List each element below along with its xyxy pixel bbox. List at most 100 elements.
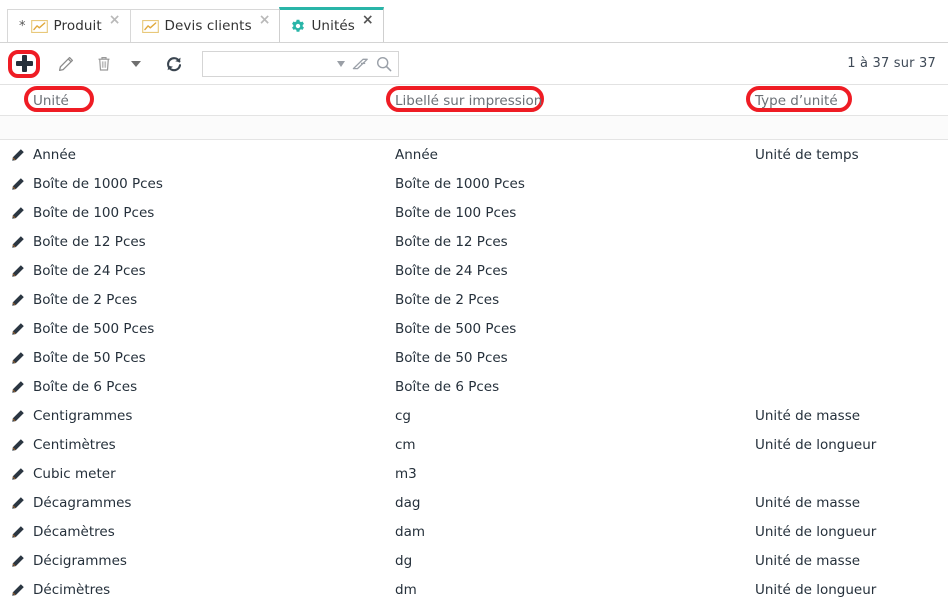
pencil-icon[interactable] xyxy=(11,293,25,307)
tab-bar: * Produit × Devis clients × Unités × xyxy=(0,0,948,43)
table-row[interactable]: Boîte de 2 Pces Boîte de 2 Pces xyxy=(0,285,948,314)
delete-options-dropdown[interactable] xyxy=(122,50,150,78)
cell-unite: Décamètres xyxy=(33,523,115,540)
row-edit-button[interactable] xyxy=(6,227,30,256)
cell-libelle: Boîte de 100 Pces xyxy=(395,204,517,221)
table-row[interactable]: Boîte de 1000 Pces Boîte de 1000 Pces xyxy=(0,169,948,198)
row-edit-button[interactable] xyxy=(6,314,30,343)
pencil-icon[interactable] xyxy=(11,264,25,278)
refresh-button[interactable] xyxy=(160,50,188,78)
row-edit-button[interactable] xyxy=(6,517,30,546)
table-row[interactable]: Cubic meter m3 xyxy=(0,459,948,488)
chart-line-icon xyxy=(141,19,159,33)
tab-produit[interactable]: * Produit × xyxy=(7,9,131,42)
table-row[interactable]: Année Année Unité de temps xyxy=(0,140,948,169)
pencil-icon[interactable] xyxy=(11,148,25,162)
cell-libelle: dam xyxy=(395,523,425,540)
column-header-unite[interactable]: Unité xyxy=(24,85,94,116)
cell-type: Unité de longueur xyxy=(755,581,877,598)
row-edit-button[interactable] xyxy=(6,256,30,285)
grid-header-row: Unité Libellé sur impression Type d’unité xyxy=(0,85,948,116)
cell-unite: Boîte de 6 Pces xyxy=(33,378,138,395)
pencil-icon[interactable] xyxy=(11,583,25,597)
table-row[interactable]: Décagrammes dag Unité de masse xyxy=(0,488,948,517)
caret-down-icon xyxy=(131,60,141,67)
cell-unite: Boîte de 12 Pces xyxy=(33,233,146,250)
pencil-icon[interactable] xyxy=(11,525,25,539)
search-input[interactable] xyxy=(202,50,399,77)
search-dropdown-caret-icon[interactable] xyxy=(337,60,345,67)
pencil-icon[interactable] xyxy=(11,554,25,568)
search-icon[interactable] xyxy=(376,56,392,72)
toolbar: 1 à 37 sur 37 xyxy=(0,43,948,85)
close-icon[interactable]: × xyxy=(259,13,271,27)
table-row[interactable]: Décigrammes dg Unité de masse xyxy=(0,546,948,575)
table-row[interactable]: Décamètres dam Unité de longueur xyxy=(0,517,948,546)
pencil-icon[interactable] xyxy=(11,322,25,336)
cell-unite: Boîte de 100 Pces xyxy=(33,204,155,221)
table-row[interactable]: Boîte de 6 Pces Boîte de 6 Pces xyxy=(0,372,948,401)
row-edit-button[interactable] xyxy=(6,459,30,488)
tab-label: Unités xyxy=(311,18,355,34)
row-edit-button[interactable] xyxy=(6,546,30,575)
pencil-icon[interactable] xyxy=(11,496,25,510)
row-edit-button[interactable] xyxy=(6,372,30,401)
pencil-icon[interactable] xyxy=(11,235,25,249)
cell-unite: Cubic meter xyxy=(33,465,116,482)
row-edit-button[interactable] xyxy=(6,140,30,169)
add-record-button[interactable] xyxy=(4,49,44,79)
column-header-type-unite[interactable]: Type d’unité xyxy=(746,85,852,116)
plus-icon xyxy=(15,55,33,72)
tab-devis-clients[interactable]: Devis clients × xyxy=(129,9,281,42)
cell-libelle: Boîte de 24 Pces xyxy=(395,262,508,279)
cell-libelle: dag xyxy=(395,494,421,511)
record-count-label: 1 à 37 sur 37 xyxy=(847,56,936,71)
column-header-label: Type d’unité xyxy=(755,92,838,109)
cell-unite: Décimètres xyxy=(33,581,111,598)
cell-unite: Boîte de 50 Pces xyxy=(33,349,146,366)
delete-record-button[interactable] xyxy=(90,50,118,78)
eraser-icon[interactable] xyxy=(352,57,369,71)
row-edit-button[interactable] xyxy=(6,430,30,459)
row-edit-button[interactable] xyxy=(6,198,30,227)
pencil-icon[interactable] xyxy=(11,467,25,481)
table-row[interactable]: Boîte de 500 Pces Boîte de 500 Pces xyxy=(0,314,948,343)
column-header-libelle-impression[interactable]: Libellé sur impression xyxy=(386,85,544,116)
table-row[interactable]: Boîte de 100 Pces Boîte de 100 Pces xyxy=(0,198,948,227)
edit-record-button[interactable] xyxy=(52,50,80,78)
pencil-icon[interactable] xyxy=(11,206,25,220)
cell-unite: Boîte de 500 Pces xyxy=(33,320,155,337)
table-row[interactable]: Centigrammes cg Unité de masse xyxy=(0,401,948,430)
table-row[interactable]: Centimètres cm Unité de longueur xyxy=(0,430,948,459)
row-edit-button[interactable] xyxy=(6,169,30,198)
close-icon[interactable]: × xyxy=(109,13,121,27)
pencil-icon[interactable] xyxy=(11,409,25,423)
pencil-icon xyxy=(58,56,74,71)
cell-libelle: Année xyxy=(395,146,438,163)
close-icon[interactable]: × xyxy=(362,13,374,27)
pencil-icon[interactable] xyxy=(11,351,25,365)
pencil-icon[interactable] xyxy=(11,380,25,394)
cell-unite: Centimètres xyxy=(33,436,116,453)
row-edit-button[interactable] xyxy=(6,575,30,604)
row-edit-button[interactable] xyxy=(6,343,30,372)
cell-type: Unité de masse xyxy=(755,494,861,511)
table-row[interactable]: Décimètres dm Unité de longueur xyxy=(0,575,948,604)
tab-unit-s[interactable]: Unités × xyxy=(279,7,384,42)
cell-unite: Centigrammes xyxy=(33,407,133,424)
table-row[interactable]: Boîte de 24 Pces Boîte de 24 Pces xyxy=(0,256,948,285)
row-edit-button[interactable] xyxy=(6,401,30,430)
grid-filter-row[interactable] xyxy=(0,116,948,140)
row-edit-button[interactable] xyxy=(6,285,30,314)
column-header-label: Unité xyxy=(33,92,69,109)
row-edit-button[interactable] xyxy=(6,488,30,517)
table-row[interactable]: Boîte de 50 Pces Boîte de 50 Pces xyxy=(0,343,948,372)
table-row[interactable]: Boîte de 12 Pces Boîte de 12 Pces xyxy=(0,227,948,256)
chart-line-icon xyxy=(30,19,48,33)
pencil-icon[interactable] xyxy=(11,177,25,191)
cell-unite: Décigrammes xyxy=(33,552,127,569)
cell-libelle: Boîte de 500 Pces xyxy=(395,320,517,337)
cell-type: Unité de longueur xyxy=(755,523,877,540)
pencil-icon[interactable] xyxy=(11,438,25,452)
cell-libelle: dg xyxy=(395,552,413,569)
